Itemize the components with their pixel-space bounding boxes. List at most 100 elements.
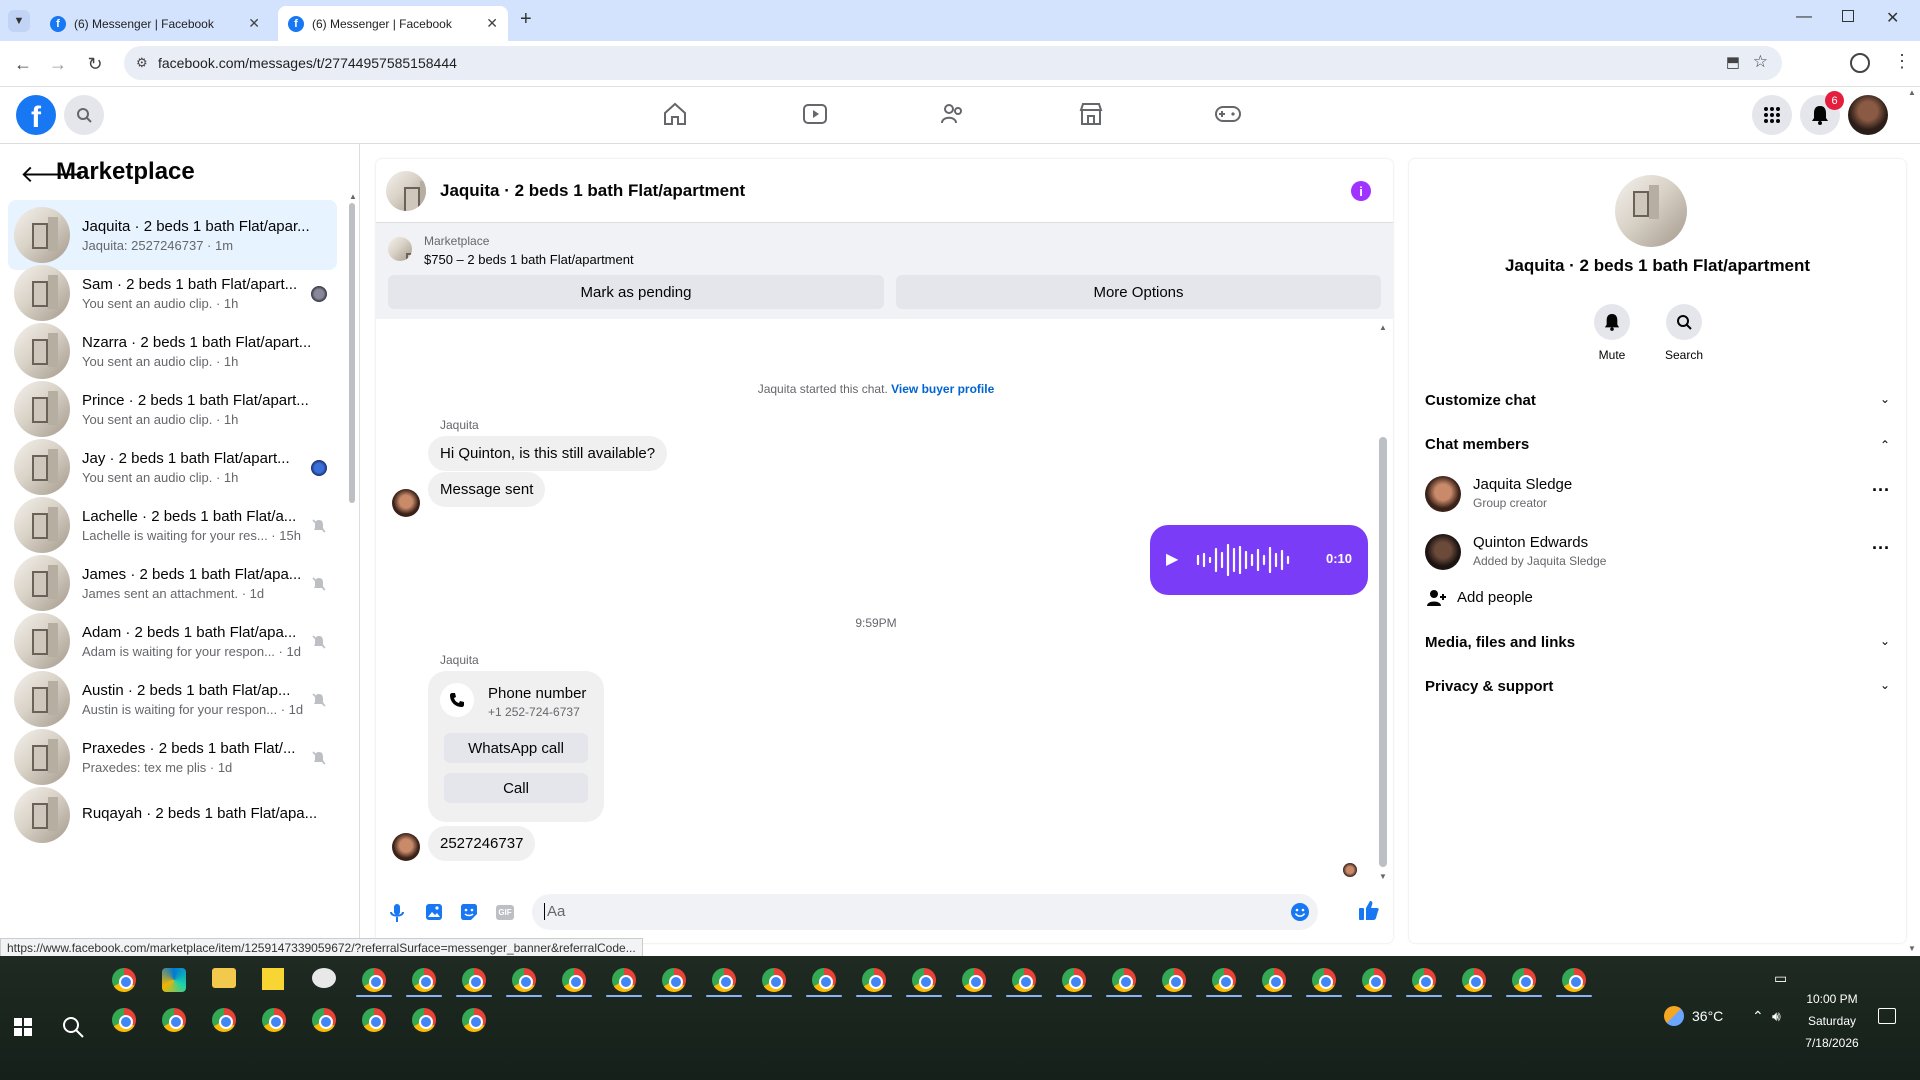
message-bubble[interactable]: Hi Quinton, is this still available? bbox=[428, 436, 668, 471]
media-section[interactable]: Media, files and links ⌄ bbox=[1425, 634, 1890, 651]
forward-icon[interactable]: → bbox=[47, 53, 69, 75]
notification-center-icon[interactable] bbox=[1878, 1008, 1896, 1024]
chrome-taskbar-icon[interactable] bbox=[362, 1008, 386, 1032]
search-button[interactable] bbox=[64, 95, 104, 135]
chrome-taskbar-icon[interactable] bbox=[1362, 968, 1386, 992]
close-window-icon[interactable]: ✕ bbox=[1886, 8, 1899, 28]
nav-marketplace[interactable] bbox=[1078, 101, 1104, 127]
chrome-taskbar-icon[interactable] bbox=[1212, 968, 1236, 992]
message-input[interactable]: Aa bbox=[532, 894, 1318, 930]
volume-icon[interactable]: 🔊︎ bbox=[1772, 1008, 1781, 1025]
privacy-section[interactable]: Privacy & support ⌄ bbox=[1425, 678, 1890, 695]
chrome-taskbar-icon[interactable] bbox=[462, 968, 486, 992]
gif-icon[interactable]: GIF bbox=[496, 905, 514, 920]
bookmark-star-icon[interactable]: ☆ bbox=[1753, 52, 1768, 72]
nav-gaming[interactable] bbox=[1214, 101, 1242, 127]
close-tab-icon[interactable]: ✕ bbox=[486, 15, 498, 32]
site-info-icon[interactable]: ⚙ bbox=[136, 55, 148, 71]
call-button[interactable]: Call bbox=[444, 773, 588, 803]
whatsapp-call-button[interactable]: WhatsApp call bbox=[444, 733, 588, 763]
sender-avatar[interactable] bbox=[392, 489, 420, 517]
chrome-taskbar-icon[interactable] bbox=[962, 968, 986, 992]
scroll-thumb[interactable] bbox=[1379, 437, 1387, 867]
back-icon[interactable]: ← bbox=[12, 53, 34, 75]
chrome-taskbar-icon[interactable] bbox=[762, 968, 786, 992]
weather-widget[interactable]: 36°C bbox=[1664, 1006, 1723, 1026]
profile-icon[interactable] bbox=[1850, 53, 1870, 73]
chrome-taskbar-icon[interactable] bbox=[662, 968, 686, 992]
chrome-taskbar-icon[interactable] bbox=[462, 1008, 486, 1032]
chrome-taskbar-icon[interactable] bbox=[1162, 968, 1186, 992]
scroll-up-arrow[interactable]: ▲ bbox=[1379, 323, 1387, 332]
more-options-icon[interactable]: ··· bbox=[1872, 538, 1890, 559]
chat-title[interactable]: Jaquita · 2 beds 1 bath Flat/apartment bbox=[440, 181, 745, 201]
page-scroll-arrow-down[interactable]: ▼ bbox=[1908, 944, 1916, 953]
scroll-thumb[interactable] bbox=[349, 203, 355, 503]
chrome-taskbar-icon[interactable] bbox=[162, 1008, 186, 1032]
chat-members-section[interactable]: Chat members ⌃ bbox=[1425, 436, 1890, 453]
tab-search-button[interactable]: ▼ bbox=[8, 10, 30, 32]
scroll-down-arrow[interactable]: ▼ bbox=[1379, 872, 1387, 881]
chrome-taskbar-icon[interactable] bbox=[862, 968, 886, 992]
message-bubble[interactable]: 2527246737 bbox=[428, 826, 536, 861]
listing-thumbnail[interactable] bbox=[386, 171, 426, 211]
reload-icon[interactable]: ↻ bbox=[84, 53, 106, 75]
browser-tab-2[interactable]: f (6) Messenger | Facebook ✕ bbox=[278, 6, 508, 41]
chrome-taskbar-icon[interactable] bbox=[1062, 968, 1086, 992]
paint-icon[interactable] bbox=[312, 968, 336, 988]
chrome-taskbar-icon[interactable] bbox=[262, 1008, 286, 1032]
restore-icon[interactable] bbox=[1842, 10, 1854, 22]
chrome-taskbar-icon[interactable] bbox=[362, 968, 386, 992]
install-app-icon[interactable]: ⬒ bbox=[1726, 53, 1740, 71]
chrome-taskbar-icon[interactable] bbox=[562, 968, 586, 992]
more-options-button[interactable]: More Options bbox=[896, 275, 1381, 309]
listing-title[interactable]: $750 – 2 beds 1 bath Flat/apartment bbox=[424, 252, 634, 267]
mute-button[interactable]: Mute bbox=[1592, 304, 1632, 362]
thumbs-up-icon[interactable] bbox=[1358, 899, 1380, 921]
chrome-taskbar-icon[interactable] bbox=[412, 968, 436, 992]
chrome-taskbar-icon[interactable] bbox=[812, 968, 836, 992]
message-bubble[interactable]: Message sent bbox=[428, 472, 546, 507]
minimize-icon[interactable]: — bbox=[1796, 8, 1812, 26]
info-icon[interactable]: i bbox=[1351, 181, 1371, 201]
play-icon[interactable]: ▶ bbox=[1166, 549, 1178, 569]
address-bar[interactable]: ⚙ facebook.com/messages/t/27744957585158… bbox=[124, 46, 1782, 80]
chrome-taskbar-icon[interactable] bbox=[412, 1008, 436, 1032]
browser-tab-1[interactable]: f (6) Messenger | Facebook ✕ bbox=[40, 6, 270, 41]
list-scrollbar[interactable]: ▲ bbox=[349, 192, 357, 952]
mark-pending-button[interactable]: Mark as pending bbox=[388, 275, 884, 309]
clock[interactable]: 10:00 PM Saturday 7/18/2026 bbox=[1800, 988, 1864, 1054]
chrome-taskbar-icon[interactable] bbox=[1012, 968, 1036, 992]
sticky-notes-icon[interactable] bbox=[262, 968, 284, 990]
windows-start-icon[interactable] bbox=[14, 1018, 32, 1036]
microphone-icon[interactable] bbox=[390, 903, 404, 923]
more-options-icon[interactable]: ··· bbox=[1872, 480, 1890, 501]
chrome-taskbar-icon[interactable] bbox=[912, 968, 936, 992]
page-scroll-arrow-up[interactable]: ▲ bbox=[1908, 88, 1916, 97]
close-tab-icon[interactable]: ✕ bbox=[248, 15, 260, 32]
chrome-taskbar-icon[interactable] bbox=[112, 968, 136, 992]
conversation-item[interactable]: Ruqayah · 2 beds 1 bath Flat/apa... bbox=[8, 780, 337, 850]
messages-scrollbar[interactable]: ▲ ▼ bbox=[1379, 323, 1387, 881]
photo-icon[interactable] bbox=[425, 903, 443, 921]
chrome-taskbar-icon[interactable] bbox=[1462, 968, 1486, 992]
taskbar-search-icon[interactable] bbox=[62, 1016, 84, 1038]
scroll-up-arrow[interactable]: ▲ bbox=[349, 192, 357, 201]
listing-banner-thumbnail[interactable] bbox=[388, 237, 412, 261]
chrome-taskbar-icon[interactable] bbox=[312, 1008, 336, 1032]
chrome-taskbar-icon[interactable] bbox=[112, 1008, 136, 1032]
chrome-taskbar-icon[interactable] bbox=[1412, 968, 1436, 992]
nav-friends[interactable] bbox=[940, 101, 966, 127]
chrome-taskbar-icon[interactable] bbox=[1512, 968, 1536, 992]
audio-message[interactable]: ▶ 0:10 bbox=[1150, 525, 1368, 595]
file-explorer-icon[interactable] bbox=[212, 968, 236, 988]
copilot-icon[interactable] bbox=[162, 968, 186, 992]
chrome-taskbar-icon[interactable] bbox=[712, 968, 736, 992]
new-tab-button[interactable]: + bbox=[520, 8, 532, 31]
chrome-taskbar-icon[interactable] bbox=[512, 968, 536, 992]
chrome-taskbar-icon[interactable] bbox=[612, 968, 636, 992]
account-avatar[interactable] bbox=[1848, 95, 1888, 135]
chrome-taskbar-icon[interactable] bbox=[1312, 968, 1336, 992]
member-row[interactable]: Jaquita Sledge Group creator ··· bbox=[1425, 474, 1890, 514]
sender-avatar[interactable] bbox=[392, 833, 420, 861]
